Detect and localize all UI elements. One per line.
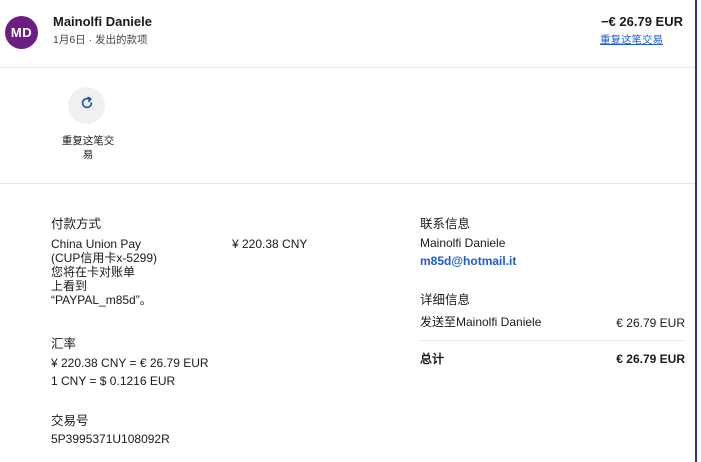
transaction-amount: −€ 26.79 EUR: [600, 14, 683, 29]
sent-amount: € 26.79 EUR: [616, 316, 685, 330]
payment-method-text: China Union Pay (CUP信用卡x-5299) 您将在卡对账单 上…: [51, 237, 158, 307]
repeat-transaction-link[interactable]: 重复这笔交易: [600, 32, 663, 47]
exchange-rate-title: 汇率: [51, 337, 77, 351]
action-bar: 重复这笔交 易: [0, 68, 695, 184]
details-divider: [420, 340, 685, 341]
recipient-name: Mainolfi Daniele: [53, 14, 152, 29]
contact-info-title: 联系信息: [420, 217, 471, 231]
payment-amount: ¥ 220.38 CNY: [232, 237, 308, 251]
details-title: 详细信息: [420, 293, 471, 307]
panel-border: [695, 0, 697, 462]
repeat-transaction-label: 重复这笔交 易: [61, 135, 115, 161]
total-label: 总计: [420, 352, 445, 366]
exchange-rate-line-1: ¥ 220.38 CNY = € 26.79 EUR: [51, 356, 209, 370]
refresh-icon: [80, 96, 94, 115]
total-amount: € 26.79 EUR: [616, 352, 685, 366]
transaction-id: 5P3995371U108092R: [51, 432, 170, 446]
transaction-detail-panel: MD Mainolfi Daniele 1月6日 · 发出的款项 −€ 26.7…: [0, 0, 697, 462]
sent-to-label: 发送至Mainolfi Daniele: [420, 315, 542, 329]
payment-method-title: 付款方式: [51, 217, 102, 231]
transaction-header: MD Mainolfi Daniele 1月6日 · 发出的款项 −€ 26.7…: [0, 0, 695, 68]
contact-name: Mainolfi Daniele: [420, 236, 506, 250]
avatar: MD: [5, 16, 38, 49]
exchange-rate-line-2: 1 CNY = $ 0.1216 EUR: [51, 374, 176, 388]
contact-email-link[interactable]: m85d@hotmail.it: [420, 254, 516, 268]
transaction-date-type: 1月6日 · 发出的款项: [53, 34, 148, 46]
repeat-transaction-button[interactable]: [68, 87, 105, 124]
transaction-id-title: 交易号: [51, 414, 89, 428]
